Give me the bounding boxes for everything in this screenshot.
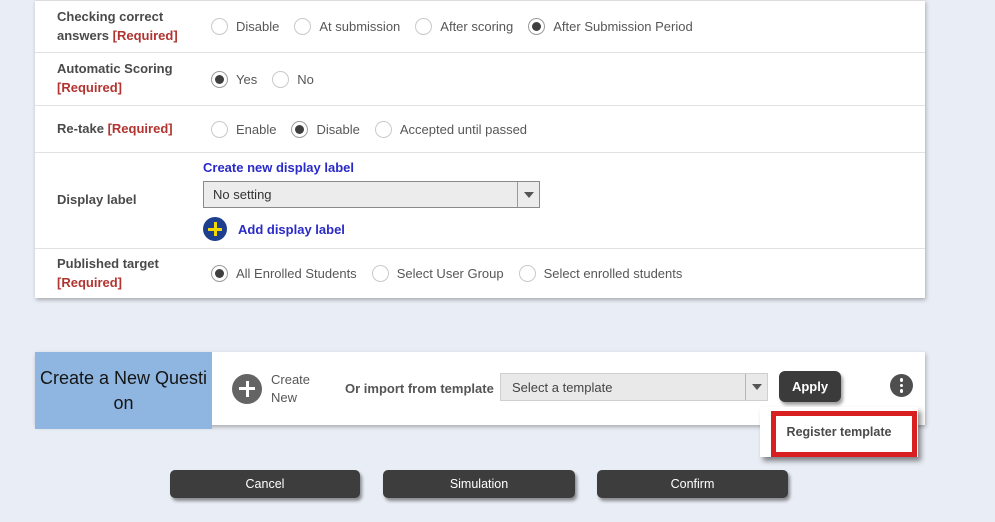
add-display-label-button[interactable]: Add display label [203,217,345,241]
radio-icon[interactable] [372,265,389,282]
apply-button[interactable]: Apply [779,371,841,402]
radio-option-label: All Enrolled Students [236,266,357,281]
row-label: Automatic Scoring [Required] [35,60,193,98]
radio-option-select-user-group[interactable]: Select User Group [372,265,504,282]
radio-option-label: Select User Group [397,266,504,281]
radio-icon[interactable] [415,18,432,35]
label-text: Re-take [57,121,104,136]
row-checking-correct-answers: Checking correct answers [Required] Disa… [35,1,925,53]
radio-option-label: Accepted until passed [400,122,527,137]
add-display-label-text: Add display label [238,222,345,237]
required-marker: [Required] [57,80,122,95]
register-template-menu-item[interactable]: Register template [760,407,918,457]
radio-icon[interactable] [272,71,289,88]
label-text: Automatic Scoring [57,61,173,76]
caret-down-icon [752,384,762,390]
radio-group-scoring: Yes No [193,71,925,88]
required-marker: [Required] [57,275,122,290]
row-published-target: Published target [Required] All Enrolled… [35,249,925,298]
section-title: Create a New Question [35,352,212,429]
row-label: Published target [Required] [35,255,193,293]
radio-option-accepted-until-passed[interactable]: Accepted until passed [375,121,527,138]
radio-option-at-submission[interactable]: At submission [294,18,400,35]
caret-down-icon [524,192,534,198]
radio-group-retake: Enable Disable Accepted until passed [193,121,925,138]
radio-icon[interactable] [519,265,536,282]
radio-option-label: At submission [319,19,400,34]
radio-option-label: Select enrolled students [544,266,683,281]
display-label-content: Create new display label No setting Add … [193,160,925,241]
kebab-menu-icon[interactable] [890,374,913,397]
radio-icon[interactable] [294,18,311,35]
radio-option-label: After scoring [440,19,513,34]
radio-option-label: Yes [236,72,257,87]
radio-icon-selected[interactable] [291,121,308,138]
radio-option-label: Enable [236,122,276,137]
row-label: Display label [35,191,193,210]
confirm-button[interactable]: Confirm [597,470,788,498]
quiz-settings-panel: Checking correct answers [Required] Disa… [35,0,925,298]
radio-icon[interactable] [211,18,228,35]
cancel-button[interactable]: Cancel [170,470,360,498]
import-from-template-label: Or import from template [345,381,494,396]
template-select-value: Select a template [510,380,612,395]
radio-option-label: No [297,72,314,87]
display-label-select[interactable]: No setting [203,181,540,208]
required-marker: [Required] [108,121,173,136]
dropdown-arrow-button[interactable] [745,374,767,400]
radio-option-after-scoring[interactable]: After scoring [415,18,513,35]
radio-option-label: Disable [316,122,359,137]
plus-icon [203,217,227,241]
plus-icon [232,374,262,404]
required-marker: [Required] [113,28,178,43]
label-text: Display label [57,192,136,207]
radio-option-label: After Submission Period [553,19,692,34]
radio-option-select-enrolled-students[interactable]: Select enrolled students [519,265,683,282]
create-new-label: Create New [271,371,321,406]
create-new-display-label-link[interactable]: Create new display label [203,160,354,175]
label-text: Published target [57,256,159,271]
display-label-select-value: No setting [213,187,272,202]
row-retake: Re-take [Required] Enable Disable Accept… [35,106,925,153]
radio-icon-selected[interactable] [528,18,545,35]
create-new-button[interactable]: Create New [232,371,321,406]
radio-icon[interactable] [211,121,228,138]
radio-icon[interactable] [375,121,392,138]
simulation-button[interactable]: Simulation [383,470,575,498]
row-automatic-scoring: Automatic Scoring [Required] Yes No [35,53,925,106]
radio-option-all-enrolled-students[interactable]: All Enrolled Students [211,265,357,282]
radio-option-disable[interactable]: Disable [291,121,359,138]
radio-option-label: Disable [236,19,279,34]
radio-icon-selected[interactable] [211,265,228,282]
template-select[interactable]: Select a template [500,373,768,401]
radio-group-checking: Disable At submission After scoring Afte… [193,18,925,35]
dropdown-arrow-button[interactable] [517,182,539,207]
radio-group-published: All Enrolled Students Select User Group … [193,265,925,282]
row-label: Re-take [Required] [35,120,193,139]
radio-option-disable[interactable]: Disable [211,18,279,35]
radio-option-enable[interactable]: Enable [211,121,276,138]
radio-option-after-submission-period[interactable]: After Submission Period [528,18,692,35]
row-display-label: Display label Create new display label N… [35,153,925,249]
radio-icon-selected[interactable] [211,71,228,88]
radio-option-yes[interactable]: Yes [211,71,257,88]
radio-option-no[interactable]: No [272,71,314,88]
row-label: Checking correct answers [Required] [35,8,193,46]
